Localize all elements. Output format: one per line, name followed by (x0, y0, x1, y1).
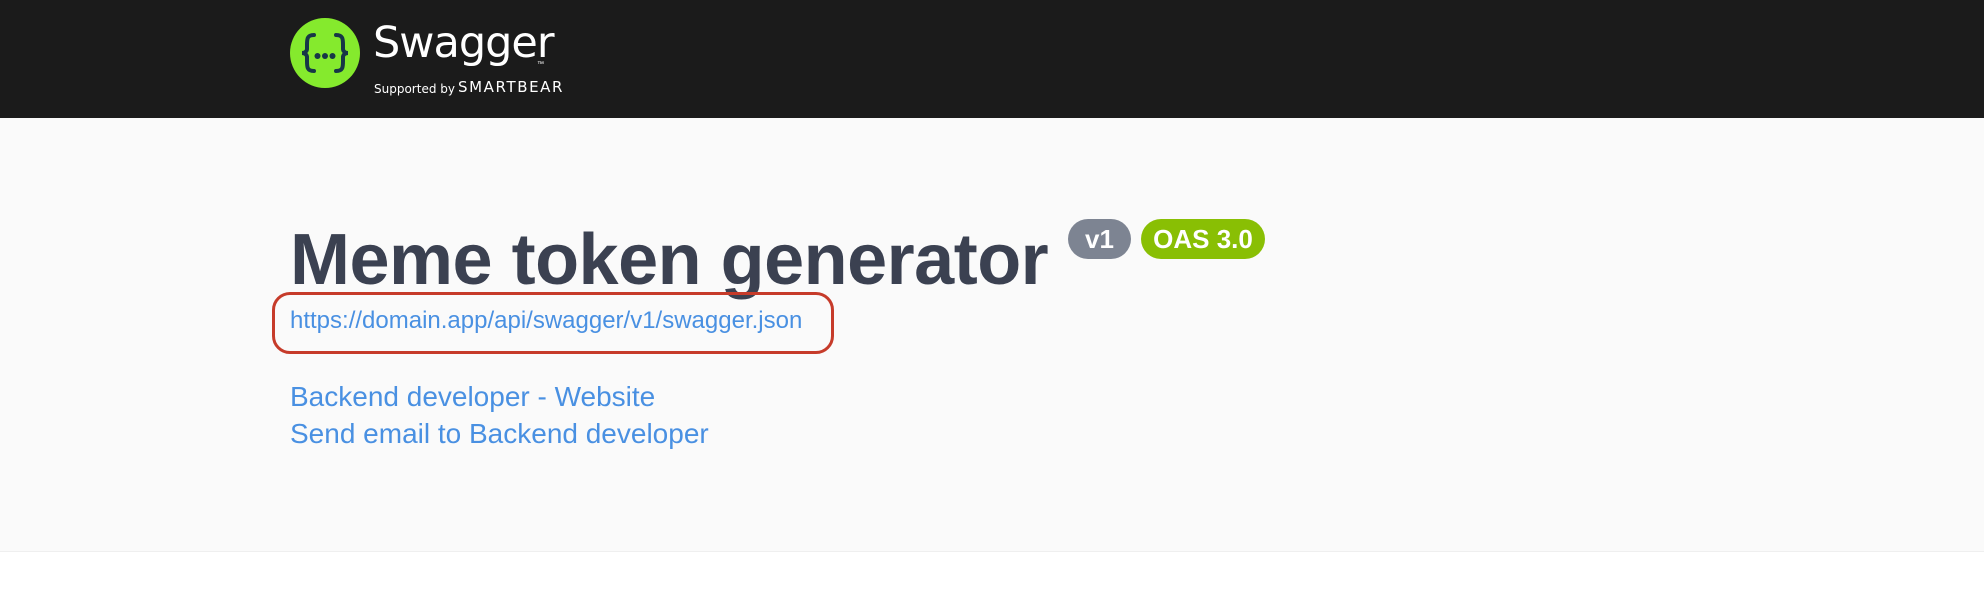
swagger-logo-link[interactable]: Swagger ™ Supported by SMARTBEAR (290, 18, 590, 102)
api-title: Meme token generator (290, 220, 1049, 300)
highlight-annotation (272, 292, 834, 354)
topbar: Swagger ™ Supported by SMARTBEAR (0, 0, 1984, 118)
swagger-brand-name: Swagger (373, 18, 555, 68)
smartbear-wordmark: SMARTBEAR (458, 78, 565, 96)
oas-version-badge: OAS 3.0 (1141, 219, 1265, 259)
supported-by-label: Supported by (374, 82, 455, 96)
swagger-logo-icon (290, 18, 360, 88)
version-badge: v1 (1068, 219, 1131, 259)
contact-email-link[interactable]: Send email to Backend developer (290, 418, 709, 450)
contact-website-link[interactable]: Backend developer - Website (290, 381, 655, 413)
trademark-symbol: ™ (537, 61, 544, 68)
